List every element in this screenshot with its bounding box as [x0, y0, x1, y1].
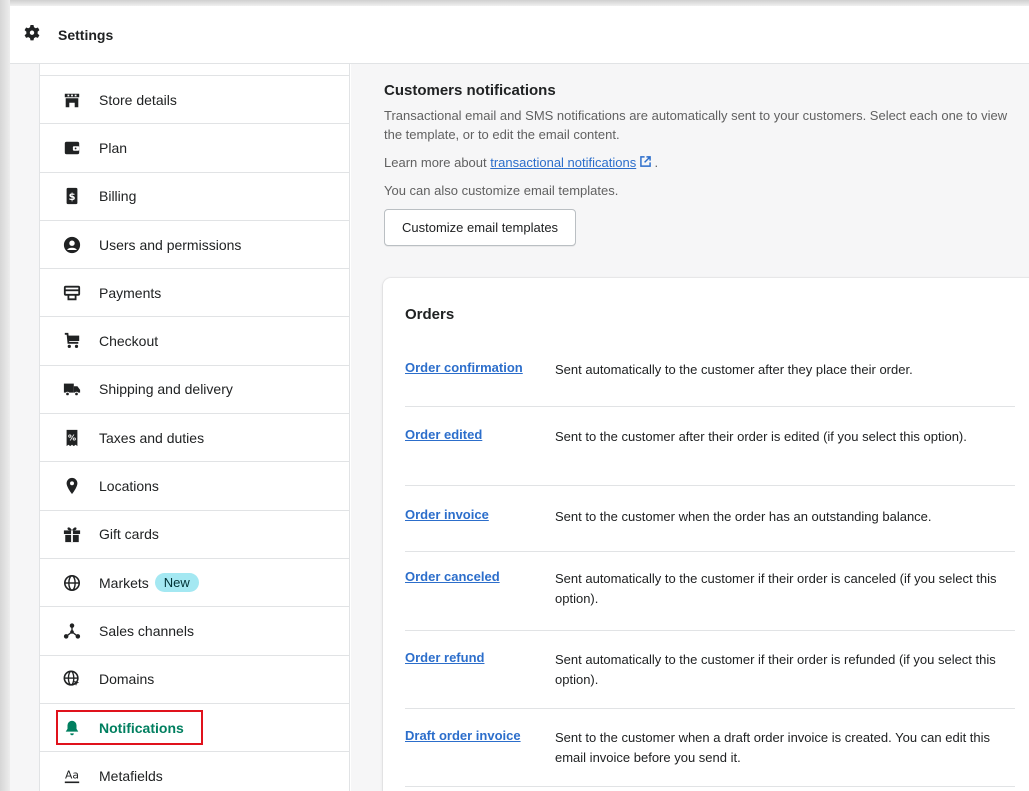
sidebar-item-metafields[interactable]: Aa Metafields [40, 752, 349, 791]
sidebar-item-markets[interactable]: Markets New [40, 559, 349, 608]
learn-more-text: Learn more about transactional notificat… [384, 153, 1029, 172]
order-invoice-link[interactable]: Order invoice [405, 507, 555, 522]
list-item: Order refund Sent automatically to the c… [405, 631, 1015, 709]
learn-more-suffix: . [650, 155, 659, 170]
cart-icon [62, 331, 82, 351]
user-icon [62, 235, 82, 255]
order-edited-link[interactable]: Order edited [405, 427, 555, 442]
row-description: Sent automatically to the customer if th… [555, 652, 996, 687]
sidebar-item-plan[interactable]: Plan [40, 124, 349, 173]
sidebar-item-label: Metafields [99, 767, 163, 784]
sidebar-item-label: Store details [99, 91, 177, 108]
svg-text:%: % [68, 432, 76, 442]
order-refund-link[interactable]: Order refund [405, 650, 555, 665]
sidebar-item-label: Payments [99, 284, 162, 301]
sidebar-item-payments[interactable]: Payments [40, 269, 349, 318]
store-icon [62, 90, 82, 110]
plan-icon [62, 138, 82, 158]
globe-icon [62, 573, 82, 593]
truck-icon [62, 379, 82, 399]
customize-text: You can also customize email templates. [384, 183, 619, 198]
sidebar-item-label: Sales channels [99, 622, 194, 639]
settings-header: Settings [10, 6, 1029, 64]
list-item: Order confirmation Sent automatically to… [405, 352, 1015, 407]
svg-text:Aa: Aa [65, 768, 79, 781]
row-description: Sent automatically to the customer after… [555, 362, 913, 377]
row-description: Sent to the customer when a draft order … [555, 730, 991, 765]
order-canceled-link[interactable]: Order canceled [405, 569, 555, 584]
sidebar-item-label: Markets [99, 574, 149, 591]
billing-icon: $ [62, 186, 82, 206]
sidebar-item-locations[interactable]: Locations [40, 462, 349, 511]
section-title: Customers notifications [384, 82, 556, 99]
order-confirmation-link[interactable]: Order confirmation [405, 360, 555, 375]
sidebar-item-notifications[interactable]: Notifications [40, 704, 349, 753]
location-pin-icon [62, 476, 82, 496]
sidebar-item-label: Checkout [99, 333, 159, 350]
sidebar-item-label: Domains [99, 671, 155, 688]
tax-icon: % [62, 428, 82, 448]
metafields-icon: Aa [62, 766, 82, 786]
list-item: Order canceled Sent automatically to the… [405, 552, 1015, 631]
domains-globe-icon [62, 669, 82, 689]
sidebar-item-billing[interactable]: $ Billing [40, 173, 349, 221]
sidebar-item-taxes[interactable]: % Taxes and duties [40, 414, 349, 463]
settings-sidebar: Store details Plan $ Billing Users and p… [39, 64, 350, 791]
page-title: Settings [58, 26, 114, 43]
sidebar-item-label: Taxes and duties [99, 429, 205, 446]
window-frame-left [0, 0, 10, 791]
external-link-icon[interactable] [640, 155, 651, 170]
sidebar-item-domains[interactable]: Domains [40, 656, 349, 704]
gift-icon [62, 524, 82, 544]
list-item: Order edited Sent to the customer after … [405, 407, 1015, 486]
sidebar-item-label: Shipping and delivery [99, 381, 233, 398]
sidebar-item-label: Plan [99, 139, 128, 156]
orders-card: Orders Order confirmation Sent automatic… [383, 278, 1029, 791]
notifications-main: Customers notifications Transactional em… [351, 64, 1029, 791]
sidebar-item-checkout[interactable]: Checkout [40, 317, 349, 366]
sidebar-item-label: Gift cards [99, 526, 159, 543]
sidebar-item-sales-channels[interactable]: Sales channels [40, 607, 349, 656]
highlight-annotation [56, 709, 203, 745]
draft-order-invoice-link[interactable]: Draft order invoice [405, 728, 555, 743]
sidebar-item-gift-cards[interactable]: Gift cards [40, 511, 349, 559]
customize-email-templates-button[interactable]: Customize email templates [384, 209, 577, 246]
sidebar-item-store-details[interactable]: Store details [40, 76, 349, 125]
sidebar-divider [40, 64, 349, 76]
list-item: Order invoice Sent to the customer when … [405, 486, 1015, 552]
sidebar-item-label: Users and permissions [99, 236, 242, 253]
intro-text: Transactional email and SMS notification… [384, 108, 1008, 142]
sidebar-item-label: Locations [99, 478, 159, 495]
notifications-list: Order confirmation Sent automatically to… [405, 352, 1015, 787]
list-item: Draft order invoice Sent to the customer… [405, 709, 1015, 787]
sidebar-item-shipping[interactable]: Shipping and delivery [40, 366, 349, 415]
row-description: Sent automatically to the customer if th… [555, 571, 997, 606]
payments-icon [62, 283, 82, 303]
card-title: Orders [405, 306, 455, 323]
transactional-notifications-link[interactable]: transactional notifications [490, 155, 636, 170]
svg-text:$: $ [69, 192, 76, 203]
row-description: Sent to the customer when the order has … [555, 509, 932, 524]
learn-more-prefix: Learn more about [384, 155, 491, 170]
gear-icon [10, 23, 42, 46]
sidebar-item-label: Billing [99, 188, 137, 205]
sidebar-item-users[interactable]: Users and permissions [40, 221, 349, 270]
channels-icon [62, 621, 82, 641]
row-description: Sent to the customer after their order i… [555, 429, 967, 444]
new-badge: New [154, 573, 199, 593]
